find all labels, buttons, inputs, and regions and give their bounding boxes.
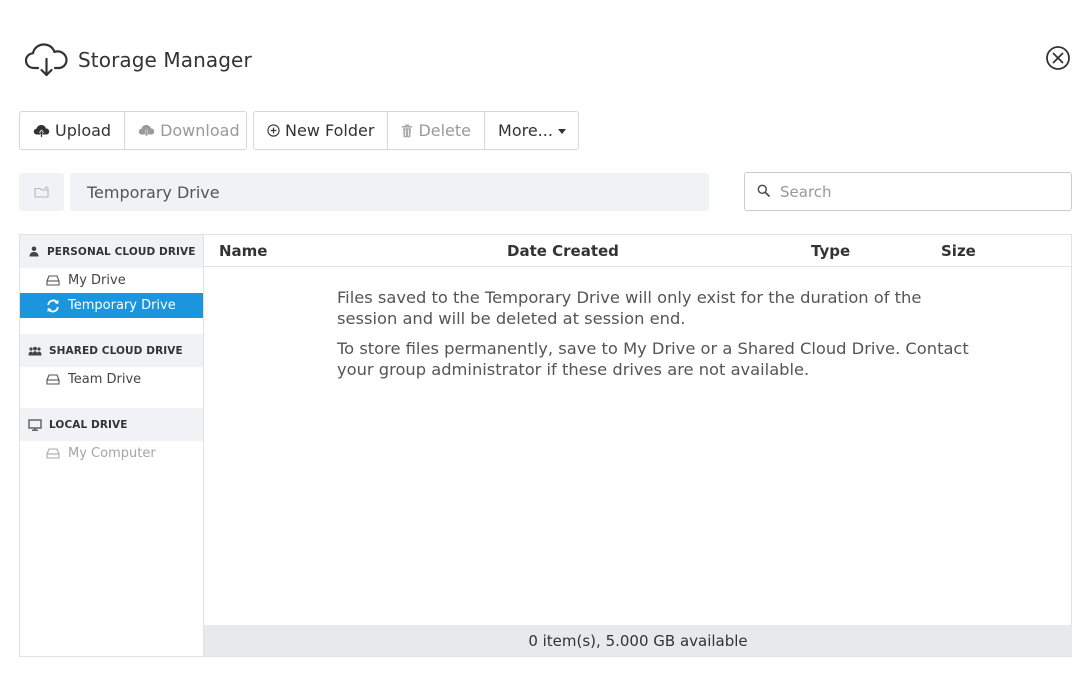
column-header-size[interactable]: Size [941,242,976,260]
delete-label: Delete [418,121,472,140]
section-heading: SHARED CLOUD DRIVE [49,344,183,357]
message-line: Files saved to the Temporary Drive will … [337,288,922,328]
breadcrumb: Temporary Drive [70,173,709,211]
drive-icon [46,275,60,286]
new-folder-label: New Folder [285,121,375,140]
folder-up-icon [33,186,49,198]
transfer-toolbar: Upload Download [19,111,247,150]
search-box [744,172,1072,211]
plus-circle-icon [267,124,280,137]
file-list: Name Date Created Type Size Files saved … [203,235,1072,656]
close-circle-icon [1046,46,1070,70]
file-toolbar: New Folder Delete More... [253,111,579,150]
more-label: More... [498,121,553,140]
column-header-type[interactable]: Type [811,242,850,260]
page-title: Storage Manager [78,48,252,72]
download-label: Download [160,121,240,140]
sidebar-item-my-computer[interactable]: My Computer [20,441,203,466]
drive-icon [46,374,60,385]
section-heading: PERSONAL CLOUD DRIVE [47,245,196,258]
monitor-icon [28,418,42,431]
column-header-date-created[interactable]: Date Created [507,242,619,260]
users-icon [28,346,42,356]
sidebar-item-label: My Computer [68,446,156,461]
table-header: Name Date Created Type Size [204,235,1072,267]
folder-up-button[interactable] [19,173,64,211]
new-folder-button[interactable]: New Folder [254,112,387,149]
sidebar-item-team-drive[interactable]: Team Drive [20,367,203,392]
upload-label: Upload [55,121,112,140]
sidebar-section-shared: SHARED CLOUD DRIVE [20,334,203,367]
upload-button[interactable]: Upload [20,112,124,149]
download-button[interactable]: Download [124,112,253,149]
cloud-download-icon [138,124,155,138]
column-header-name[interactable]: Name [219,242,267,260]
current-path: Temporary Drive [87,182,220,202]
dialog-header: Storage Manager [24,40,252,80]
caret-down-icon [557,129,566,134]
sidebar-section-local: LOCAL DRIVE [20,408,203,441]
message-line: To store files permanently, save to My D… [337,339,969,379]
sidebar-section-personal: PERSONAL CLOUD DRIVE [20,235,203,268]
status-bar: 0 item(s), 5.000 GB available [204,625,1072,656]
user-icon [28,246,40,257]
section-heading: LOCAL DRIVE [49,418,128,431]
search-input[interactable] [780,182,1050,201]
sync-icon [46,299,60,313]
sidebar-item-temporary-drive[interactable]: Temporary Drive [20,293,203,318]
sidebar: PERSONAL CLOUD DRIVE My Drive Temporary … [20,235,203,656]
search-icon [757,182,770,201]
empty-state-message: Files saved to the Temporary Drive will … [337,287,977,389]
trash-icon [401,124,413,138]
file-browser-panel: PERSONAL CLOUD DRIVE My Drive Temporary … [19,234,1072,657]
delete-button[interactable]: Delete [387,112,484,149]
cloud-upload-icon [33,124,50,138]
sidebar-item-my-drive[interactable]: My Drive [20,268,203,293]
close-button[interactable] [1045,45,1071,71]
sidebar-item-label: Temporary Drive [68,298,176,313]
sidebar-item-label: My Drive [68,273,126,288]
sidebar-item-label: Team Drive [68,372,142,387]
status-text: 0 item(s), 5.000 GB available [528,631,748,650]
cloud-download-icon [24,42,70,78]
more-dropdown[interactable]: More... [484,112,579,149]
drive-icon [46,448,60,459]
